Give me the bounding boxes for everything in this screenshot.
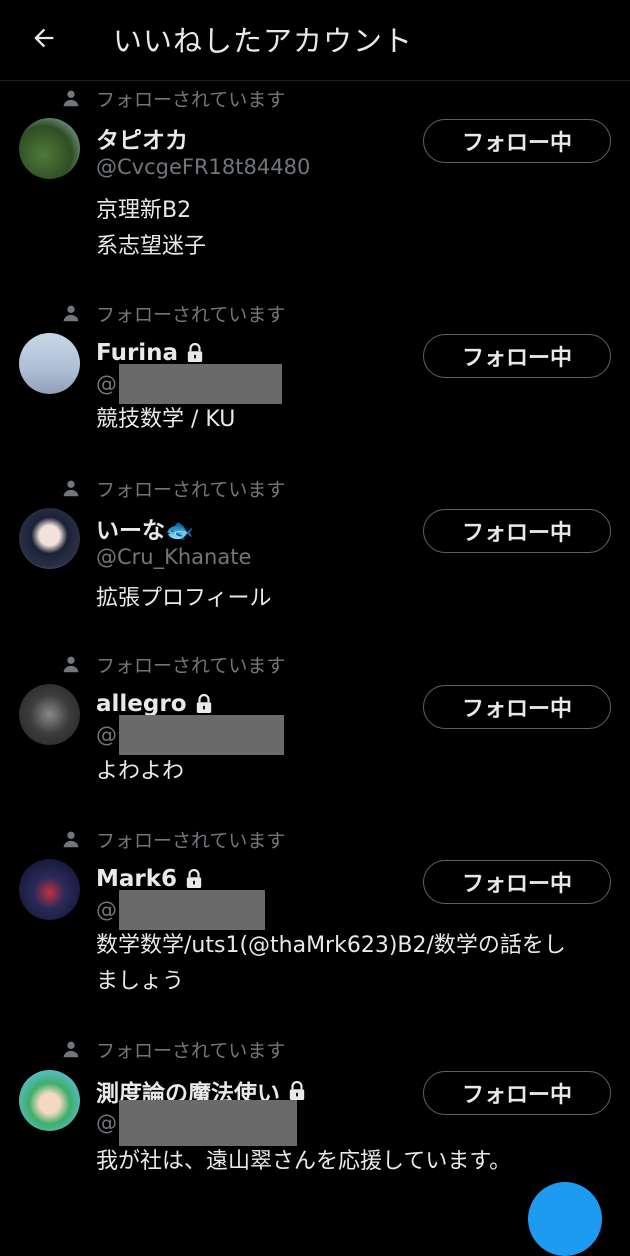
following-button[interactable]: フォロー中 <box>423 509 611 553</box>
user-name: Furina <box>96 340 204 366</box>
follows-you-text: フォローされています <box>96 303 286 326</box>
user-handle: @ <box>96 715 284 755</box>
arrow-left-icon <box>34 28 54 48</box>
lock-icon <box>289 1081 305 1100</box>
redaction-box <box>119 890 265 930</box>
avatar[interactable] <box>19 684 80 745</box>
lock-icon <box>186 869 202 888</box>
compose-button[interactable] <box>528 1182 602 1256</box>
person-icon <box>63 656 79 673</box>
user-bio: 競技数学 / KU <box>96 407 236 432</box>
person-icon <box>63 480 79 497</box>
user-name: allegro <box>96 691 213 717</box>
lock-icon <box>196 694 211 713</box>
follows-you-indicator: フォローされています <box>60 473 285 503</box>
user-bio: 拡張プロフィール <box>96 586 272 611</box>
user-handle: @ <box>96 890 265 930</box>
user-handle: @ <box>96 364 282 404</box>
person-icon <box>63 1041 79 1058</box>
user-bio: 我が社は、遠山翠さんを応援しています。 <box>96 1149 512 1174</box>
avatar[interactable] <box>19 508 80 569</box>
follows-you-indicator: フォローされています <box>60 298 285 328</box>
person-icon <box>63 90 79 107</box>
user-handle: @Cru_Khanate <box>96 545 252 569</box>
user-name: タピオカ <box>96 128 188 154</box>
user-handle: @ <box>96 1100 297 1146</box>
following-button[interactable]: フォロー中 <box>423 860 611 904</box>
following-button[interactable]: フォロー中 <box>423 334 611 378</box>
user-bio: 京理新B2 系志望迷子 <box>96 198 207 259</box>
avatar[interactable] <box>19 333 80 394</box>
redaction-box <box>119 715 284 755</box>
avatar[interactable] <box>19 859 80 920</box>
user-handle: @CvcgeFR18t84480 <box>96 155 311 179</box>
following-button[interactable]: フォロー中 <box>423 685 611 729</box>
user-bio: よわよわ <box>96 759 185 784</box>
top-bar: いいねしたアカウント <box>0 0 630 81</box>
follows-you-text: フォローされています <box>96 88 286 111</box>
following-button[interactable]: フォロー中 <box>423 1071 611 1115</box>
lock-icon <box>187 343 203 362</box>
avatar[interactable] <box>19 118 80 179</box>
following-button[interactable]: フォロー中 <box>423 119 611 163</box>
user-name: いーな🐟 <box>96 518 194 544</box>
follows-you-indicator: フォローされています <box>60 649 285 679</box>
follows-you-indicator: フォローされています <box>60 83 285 113</box>
redaction-box <box>119 1100 297 1146</box>
follows-you-text: フォローされています <box>96 478 286 501</box>
user-name: Mark6 <box>96 866 203 892</box>
follows-you-text: フォローされています <box>96 829 286 852</box>
redaction-box <box>119 364 282 404</box>
user-bio: 数学数学/uts1(@thaMrk623)B2/数学の話をし ましょう <box>96 933 566 994</box>
follows-you-indicator: フォローされています <box>60 1034 285 1064</box>
page-title: いいねしたアカウント <box>113 24 414 58</box>
follows-you-indicator: フォローされています <box>60 824 285 854</box>
follows-you-text: フォローされています <box>96 1039 286 1062</box>
person-icon <box>63 305 79 322</box>
avatar[interactable] <box>19 1070 80 1131</box>
follows-you-text: フォローされています <box>96 654 286 677</box>
back-button[interactable] <box>26 20 62 56</box>
person-icon <box>63 831 79 848</box>
